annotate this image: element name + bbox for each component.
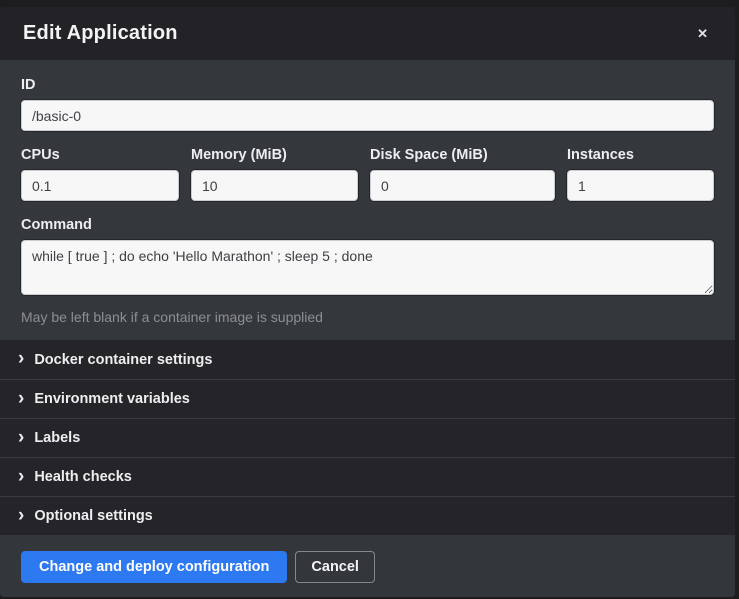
section-label: Optional settings <box>34 508 152 524</box>
section-optional-settings[interactable]: › Optional settings <box>0 496 735 535</box>
section-label: Health checks <box>34 469 132 485</box>
section-label: Environment variables <box>34 391 190 407</box>
section-labels[interactable]: › Labels <box>0 418 735 457</box>
disk-space-field-group: Disk Space (MiB) <box>370 147 555 201</box>
disk-space-input[interactable] <box>370 170 555 201</box>
section-label: Docker container settings <box>34 352 212 368</box>
section-environment-variables[interactable]: › Environment variables <box>0 379 735 418</box>
application-form: ID CPUs Memory (MiB) Disk Space (MiB) In… <box>0 60 735 340</box>
modal-footer: Change and deploy configuration Cancel <box>0 535 735 597</box>
modal-header: Edit Application ✕ <box>0 7 735 60</box>
chevron-right-icon: › <box>18 467 24 486</box>
command-field-group: Command while [ true ] ; do echo 'Hello … <box>21 217 714 325</box>
modal-title: Edit Application <box>23 22 178 45</box>
instances-field-group: Instances <box>567 147 714 201</box>
section-health-checks[interactable]: › Health checks <box>0 457 735 496</box>
cpus-input[interactable] <box>21 170 179 201</box>
disk-space-label: Disk Space (MiB) <box>370 147 555 163</box>
id-field-group: ID <box>21 77 714 131</box>
cpus-label: CPUs <box>21 147 179 163</box>
section-label: Labels <box>34 430 80 446</box>
memory-input[interactable] <box>191 170 358 201</box>
memory-label: Memory (MiB) <box>191 147 358 163</box>
command-label: Command <box>21 217 714 233</box>
close-icon[interactable]: ✕ <box>693 23 712 44</box>
chevron-right-icon: › <box>18 506 24 525</box>
command-help-text: May be left blank if a container image i… <box>21 309 714 325</box>
id-label: ID <box>21 77 714 93</box>
chevron-right-icon: › <box>18 349 24 368</box>
command-textarea[interactable]: while [ true ] ; do echo 'Hello Marathon… <box>21 240 714 295</box>
section-docker-container-settings[interactable]: › Docker container settings <box>0 340 735 379</box>
chevron-right-icon: › <box>18 389 24 408</box>
instances-input[interactable] <box>567 170 714 201</box>
instances-label: Instances <box>567 147 714 163</box>
chevron-right-icon: › <box>18 428 24 447</box>
memory-field-group: Memory (MiB) <box>191 147 358 201</box>
collapsible-sections: › Docker container settings › Environmen… <box>0 340 735 535</box>
cpus-field-group: CPUs <box>21 147 179 201</box>
edit-application-modal: Edit Application ✕ ID CPUs Memory (MiB) … <box>0 7 735 597</box>
change-and-deploy-button[interactable]: Change and deploy configuration <box>21 551 287 583</box>
id-input[interactable] <box>21 100 714 131</box>
resource-fields-row: CPUs Memory (MiB) Disk Space (MiB) Insta… <box>21 147 714 201</box>
cancel-button[interactable]: Cancel <box>295 551 375 583</box>
